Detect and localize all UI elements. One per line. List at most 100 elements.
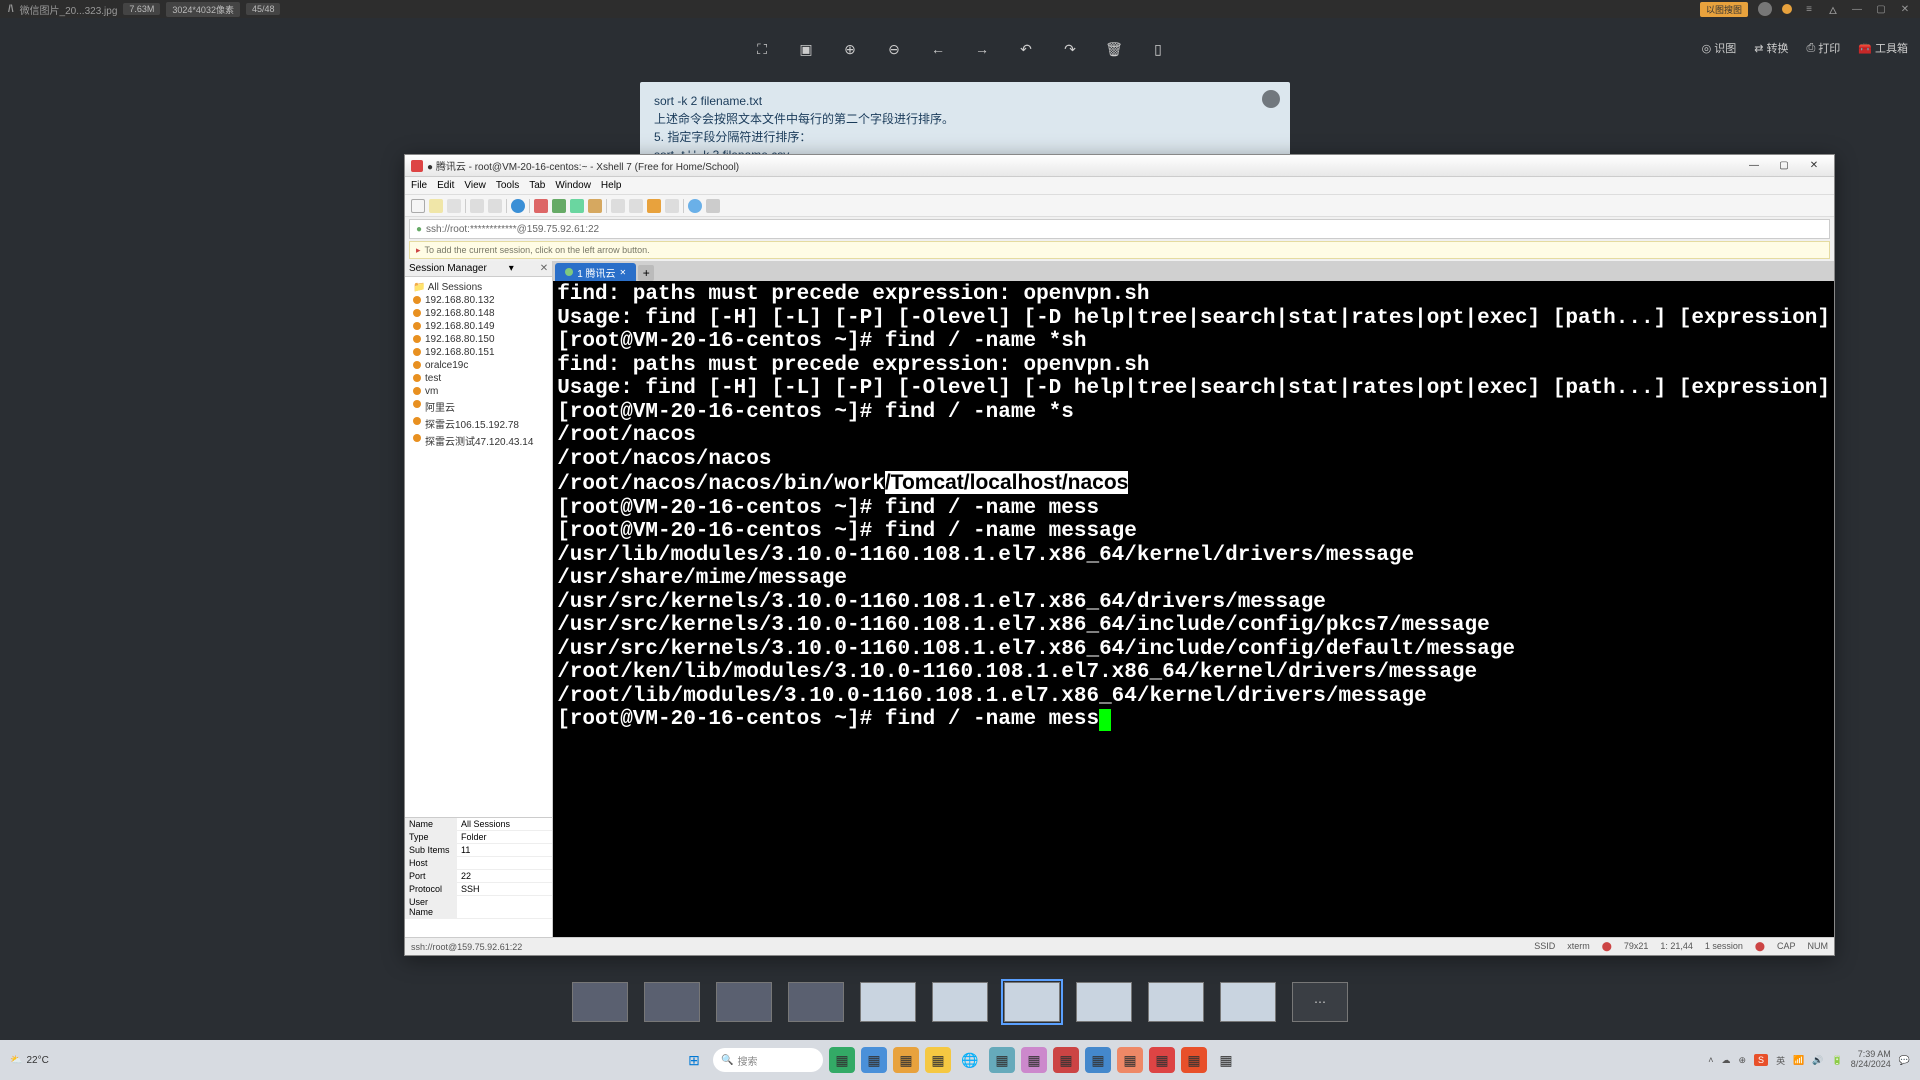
tray-chevron-icon[interactable]: ˄ xyxy=(1708,1055,1713,1065)
menu-help[interactable]: Help xyxy=(601,180,622,191)
xshell-close-button[interactable]: ✕ xyxy=(1800,158,1828,174)
tb-props-icon[interactable] xyxy=(588,199,602,213)
tray-battery-icon[interactable]: 🔋 xyxy=(1832,1055,1843,1066)
thumbnail[interactable] xyxy=(1220,982,1276,1022)
xshell-maximize-button[interactable]: ▢ xyxy=(1770,158,1798,174)
fit-screen-icon[interactable]: ⛶ xyxy=(753,40,771,58)
delete-icon[interactable]: 🗑 xyxy=(1105,40,1123,58)
tray-wifi-icon[interactable]: 📶 xyxy=(1793,1055,1804,1066)
taskbar-app-icon[interactable]: ▦ xyxy=(1149,1047,1175,1073)
taskbar-app-icon[interactable]: ▦ xyxy=(1213,1047,1239,1073)
thumbnail[interactable] xyxy=(716,982,772,1022)
user-avatar[interactable] xyxy=(1758,2,1772,16)
toolbox-button[interactable]: 🧰 工具箱 xyxy=(1858,40,1908,56)
tb-save-icon[interactable] xyxy=(447,199,461,213)
taskbar-app-icon[interactable]: ▦ xyxy=(925,1047,951,1073)
tb-copy-icon[interactable] xyxy=(534,199,548,213)
terminal[interactable]: find: paths must precede expression: ope… xyxy=(553,281,1834,937)
tray-volume-icon[interactable]: 🔊 xyxy=(1812,1055,1823,1066)
thumbnail[interactable] xyxy=(644,982,700,1022)
taskbar-app-icon[interactable]: ▦ xyxy=(1181,1047,1207,1073)
close-button[interactable]: ✕ xyxy=(1898,4,1912,15)
app-titlebar: /\ 微信图片_20...323.jpg 7.63M 3024*4032像素 4… xyxy=(0,0,1920,18)
taskbar-app-icon[interactable]: ▦ xyxy=(893,1047,919,1073)
tray-icon[interactable]: ⊕ xyxy=(1739,1055,1747,1066)
tb-transparent-icon[interactable] xyxy=(629,199,643,213)
thumbnail[interactable] xyxy=(572,982,628,1022)
tb-disconnect-icon[interactable] xyxy=(488,199,502,213)
thumbnail[interactable] xyxy=(1148,982,1204,1022)
menu-tab[interactable]: Tab xyxy=(529,180,545,191)
print-button[interactable]: ⎙ 打印 xyxy=(1806,40,1840,56)
prev-icon[interactable]: ← xyxy=(929,40,947,58)
terminal-tab[interactable]: 1 腾讯云 ✕ xyxy=(555,263,636,281)
menu-file[interactable]: File xyxy=(411,180,427,191)
tb-reconnect-icon[interactable] xyxy=(470,199,484,213)
windows-taskbar: ⛅ 22°C ⊞ 🔍 搜索 ▦ ▦ ▦ ▦ 🌐 ▦ ▦ ▦ ▦ ▦ ▦ ▦ ▦ … xyxy=(0,1040,1920,1080)
panel-menu-icon[interactable]: ▾ xyxy=(509,263,514,274)
session-properties: NameAll Sessions TypeFolder Sub Items11 … xyxy=(405,817,552,937)
convert-button[interactable]: ⇄ 转换 xyxy=(1754,40,1788,56)
start-button[interactable]: ⊞ xyxy=(681,1047,707,1073)
menu-icon[interactable]: ≡ xyxy=(1802,4,1816,15)
taskbar-app-icon[interactable]: ▦ xyxy=(989,1047,1015,1073)
thumbnail-strip: ⋯ xyxy=(572,982,1348,1022)
address-bar[interactable]: ● ssh://root:************@159.75.92.61:2… xyxy=(409,219,1830,239)
info-icon[interactable]: ▯ xyxy=(1149,40,1167,58)
taskbar-app-icon[interactable]: ▦ xyxy=(829,1047,855,1073)
notifications-icon[interactable]: 💬 xyxy=(1899,1055,1910,1066)
taskbar-chrome-icon[interactable]: 🌐 xyxy=(957,1047,983,1073)
tb-help-icon[interactable] xyxy=(688,199,702,213)
ime-lang[interactable]: 英 xyxy=(1776,1054,1785,1067)
actual-size-icon[interactable]: ▣ xyxy=(797,40,815,58)
menu-tools[interactable]: Tools xyxy=(496,180,519,191)
bell-icon[interactable]: 🜂 xyxy=(1826,0,1840,20)
tb-fullscreen-icon[interactable] xyxy=(611,199,625,213)
taskbar-app-icon[interactable]: ▦ xyxy=(1085,1047,1111,1073)
menu-view[interactable]: View xyxy=(464,180,486,191)
rotate-left-icon[interactable]: ↶ xyxy=(1017,40,1035,58)
add-tab-button[interactable]: + xyxy=(638,265,654,281)
recognize-button[interactable]: ◎ 识图 xyxy=(1702,40,1737,56)
session-tree[interactable]: 📁 All Sessions 192.168.80.132 192.168.80… xyxy=(405,277,552,817)
zoom-in-icon[interactable]: ⊕ xyxy=(841,40,859,58)
tb-color-icon[interactable] xyxy=(647,199,661,213)
ime-indicator[interactable]: S xyxy=(1754,1054,1768,1066)
next-icon[interactable]: → xyxy=(973,40,991,58)
thumbnail[interactable] xyxy=(860,982,916,1022)
thumbnail-more[interactable]: ⋯ xyxy=(1292,982,1348,1022)
tb-find-icon[interactable] xyxy=(570,199,584,213)
tb-new-icon[interactable] xyxy=(411,199,425,213)
tb-session-icon[interactable] xyxy=(511,199,525,213)
tree-root[interactable]: 📁 All Sessions xyxy=(407,281,550,294)
tray-icon[interactable]: ☁ xyxy=(1722,1055,1731,1066)
thumbnail[interactable] xyxy=(1076,982,1132,1022)
taskbar-weather[interactable]: ⛅ 22°C xyxy=(10,1055,49,1066)
taskbar-app-icon[interactable]: ▦ xyxy=(1021,1047,1047,1073)
rotate-right-icon[interactable]: ↷ xyxy=(1061,40,1079,58)
taskbar-app-icon[interactable]: ▦ xyxy=(1117,1047,1143,1073)
menu-edit[interactable]: Edit xyxy=(437,180,454,191)
tb-font-icon[interactable] xyxy=(665,199,679,213)
minimize-button[interactable]: — xyxy=(1850,4,1864,15)
zoom-out-icon[interactable]: ⊖ xyxy=(885,40,903,58)
notification-dot-icon[interactable] xyxy=(1782,4,1792,14)
taskbar-app-icon[interactable]: ▦ xyxy=(861,1047,887,1073)
xshell-titlebar[interactable]: ● 腾讯云 - root@VM-20-16-centos:~ - Xshell … xyxy=(405,155,1834,177)
thumbnail[interactable] xyxy=(788,982,844,1022)
maximize-button[interactable]: ▢ xyxy=(1874,4,1888,15)
thumbnail-selected[interactable] xyxy=(1004,982,1060,1022)
panel-close-icon[interactable]: ✕ xyxy=(540,263,548,274)
image-search-button[interactable]: 以图搜图 xyxy=(1700,2,1748,17)
taskbar-search[interactable]: 🔍 搜索 xyxy=(713,1048,823,1072)
thumbnail[interactable] xyxy=(932,982,988,1022)
tb-paste-icon[interactable] xyxy=(552,199,566,213)
overlay-close-icon[interactable] xyxy=(1262,90,1280,108)
xshell-minimize-button[interactable]: — xyxy=(1740,158,1768,174)
tree-item: 192.168.80.132 xyxy=(407,294,550,307)
taskbar-clock[interactable]: 7:39 AM 8/24/2024 xyxy=(1851,1050,1891,1070)
menu-window[interactable]: Window xyxy=(555,180,591,191)
tb-about-icon[interactable] xyxy=(706,199,720,213)
tb-open-icon[interactable] xyxy=(429,199,443,213)
taskbar-app-icon[interactable]: ▦ xyxy=(1053,1047,1079,1073)
